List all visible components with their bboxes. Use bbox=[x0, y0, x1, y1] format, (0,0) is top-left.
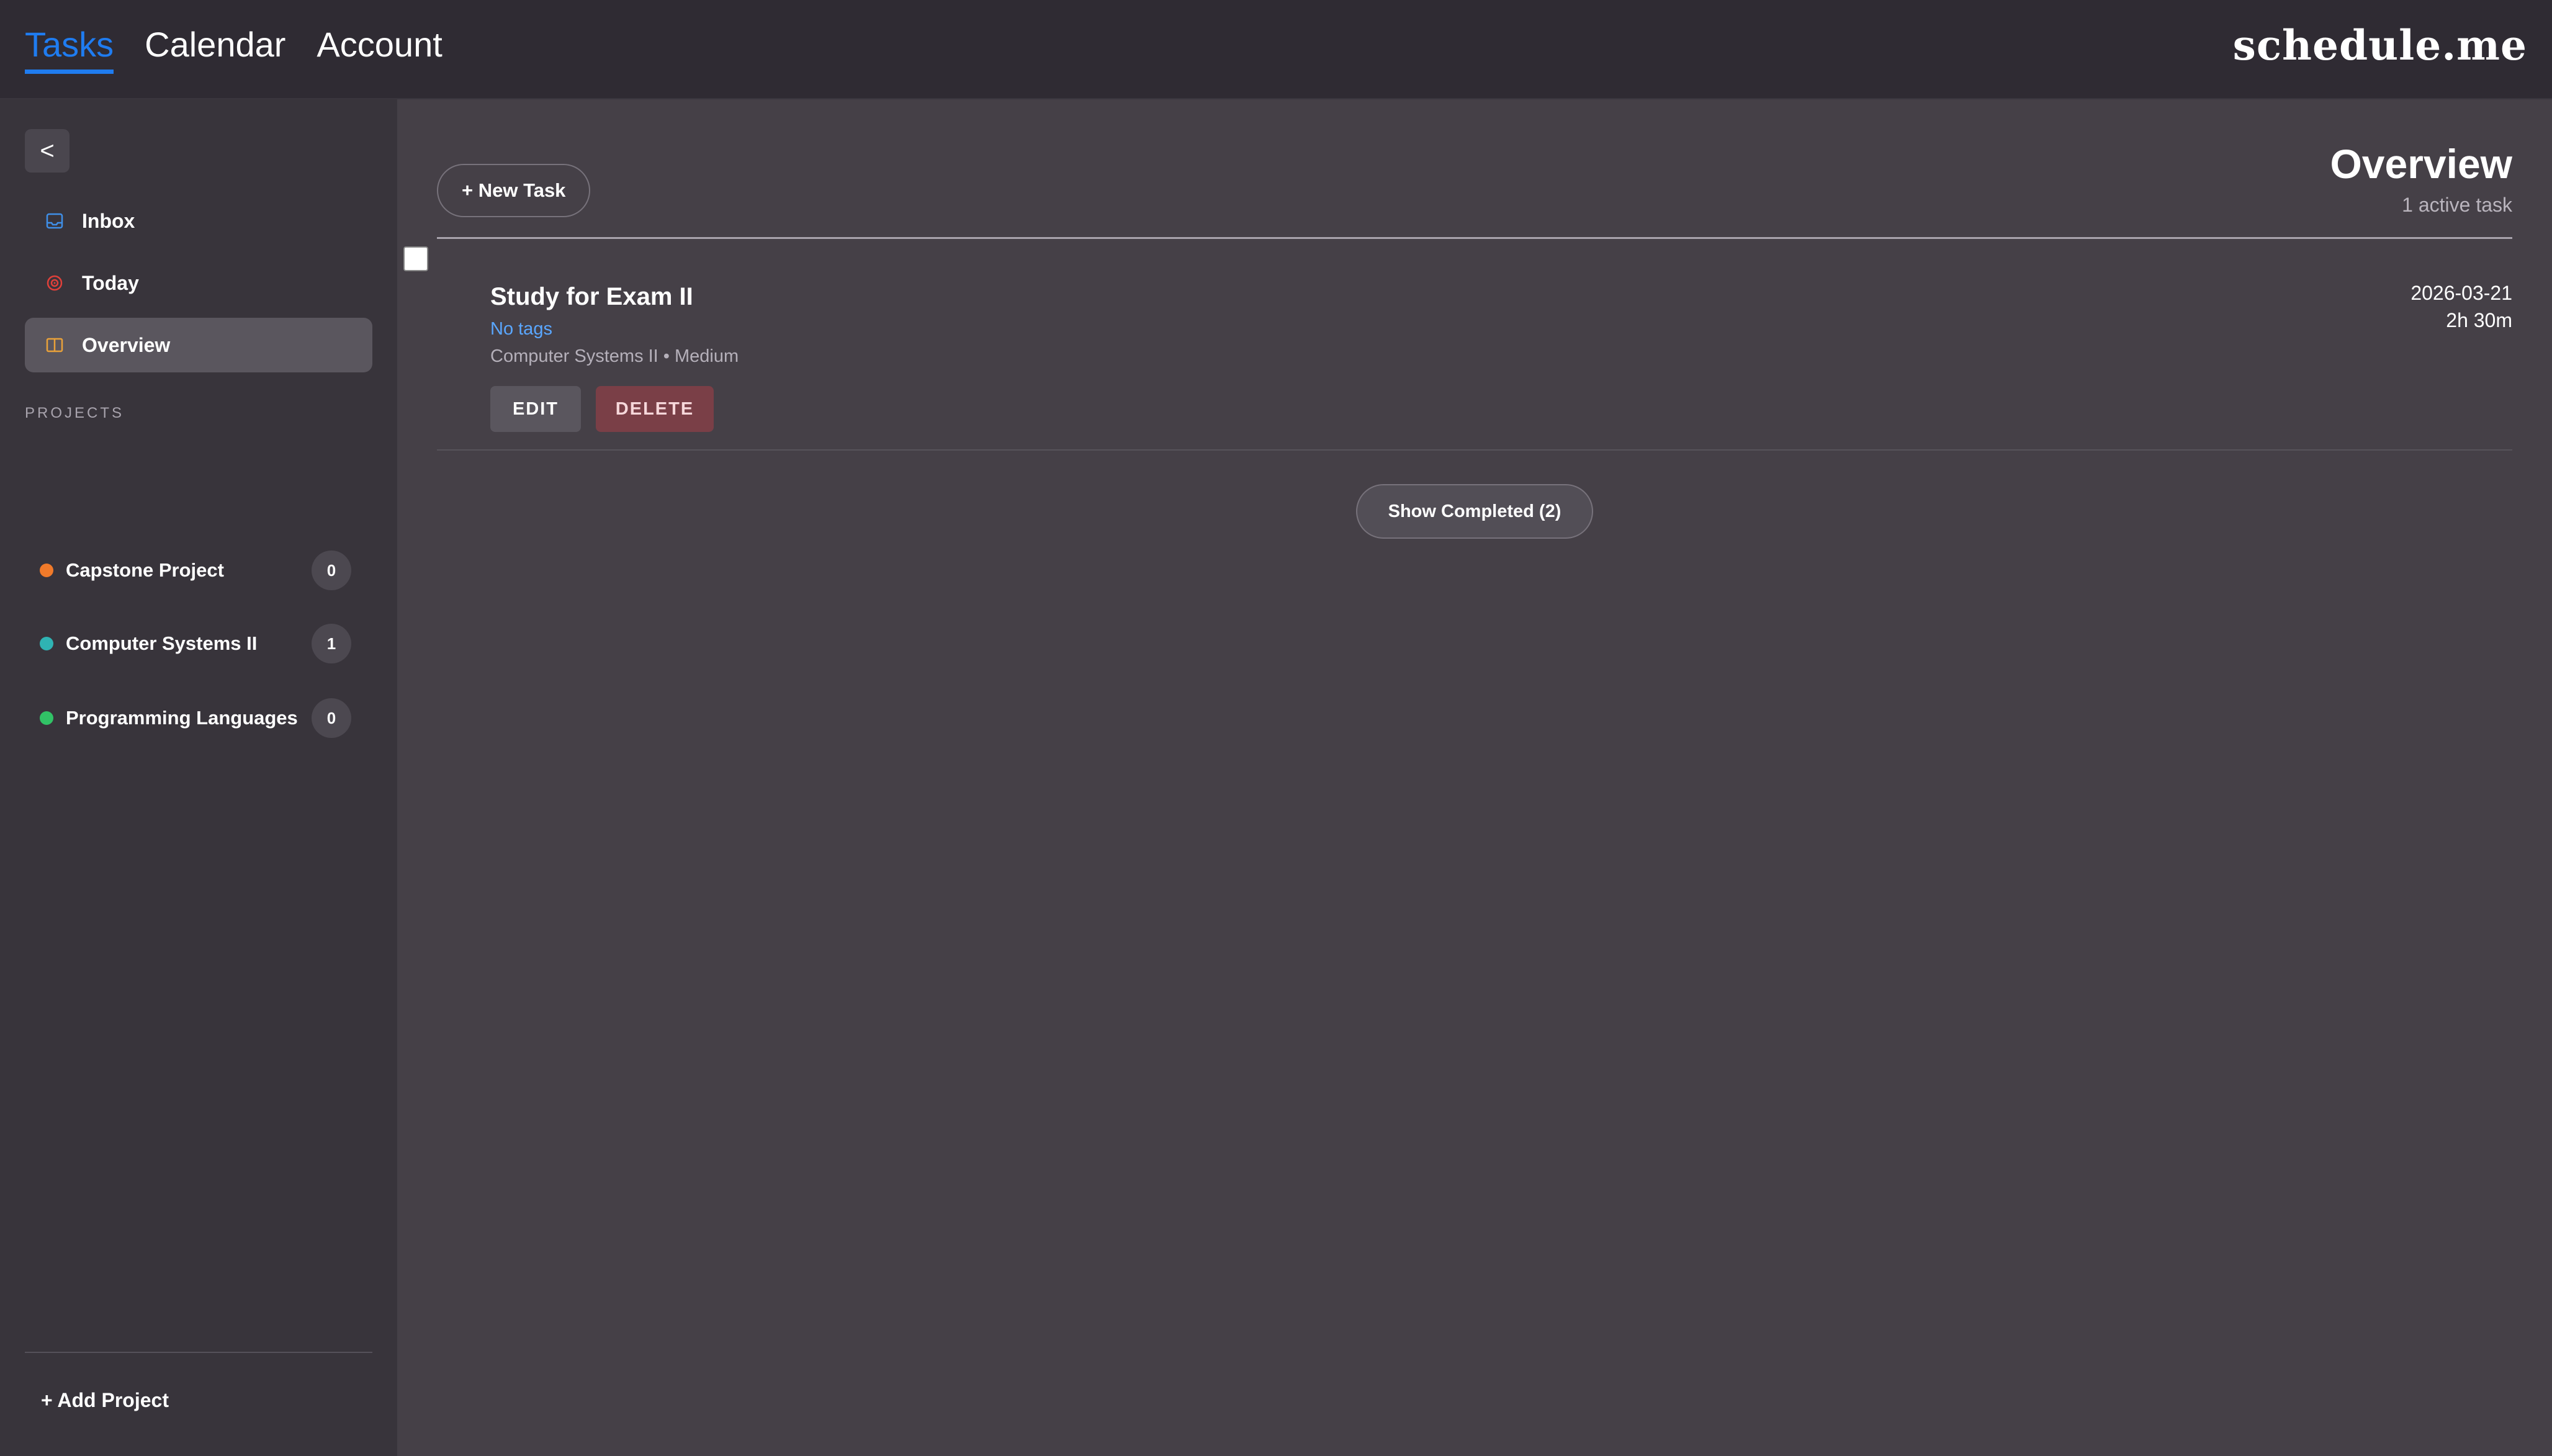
sidebar-project-programming-languages[interactable]: Programming Languages 0 bbox=[25, 690, 372, 746]
task-title: Study for Exam II bbox=[490, 283, 693, 310]
inbox-icon bbox=[42, 209, 67, 233]
book-icon bbox=[42, 333, 67, 357]
page-title: Overview bbox=[2330, 141, 2512, 187]
task-meta: Computer Systems II • Medium bbox=[490, 346, 739, 366]
sidebar-project-computer-systems[interactable]: Computer Systems II 1 bbox=[25, 616, 372, 672]
sidebar-item-label: Inbox bbox=[82, 209, 135, 232]
project-color-dot bbox=[40, 711, 53, 725]
main-nav: Tasks Calendar Account bbox=[25, 24, 443, 74]
task-duration: 2h 30m bbox=[2446, 309, 2512, 331]
task-complete-checkbox[interactable] bbox=[403, 246, 428, 271]
projects-heading: PROJECTS bbox=[25, 405, 125, 421]
project-name: Programming Languages bbox=[66, 707, 298, 729]
sidebar-divider bbox=[25, 1352, 372, 1353]
top-bar: Tasks Calendar Account schedule.me bbox=[0, 0, 2552, 99]
sidebar-project-capstone[interactable]: Capstone Project 0 bbox=[25, 542, 372, 598]
active-task-count: 1 active task bbox=[2402, 194, 2512, 216]
project-count-badge: 1 bbox=[312, 624, 351, 663]
add-project-button[interactable]: + Add Project bbox=[41, 1389, 169, 1412]
sidebar-item-inbox[interactable]: Inbox bbox=[25, 194, 372, 248]
tab-calendar[interactable]: Calendar bbox=[145, 24, 285, 74]
task-row-divider bbox=[437, 449, 2512, 451]
show-completed-button[interactable]: Show Completed (2) bbox=[1356, 484, 1593, 539]
main-content: + New Task Overview 1 active task Study … bbox=[397, 99, 2552, 1456]
target-icon bbox=[42, 271, 67, 295]
sidebar-item-label: Today bbox=[82, 271, 139, 294]
project-count-badge: 0 bbox=[312, 550, 351, 590]
header-divider bbox=[437, 237, 2512, 239]
project-color-dot bbox=[40, 637, 53, 650]
project-color-dot bbox=[40, 564, 53, 577]
project-name: Capstone Project bbox=[66, 559, 224, 581]
brand-logo: schedule.me bbox=[2232, 21, 2527, 70]
new-task-button[interactable]: + New Task bbox=[437, 164, 591, 217]
project-count-badge: 0 bbox=[312, 698, 351, 738]
project-name: Computer Systems II bbox=[66, 632, 258, 654]
collapse-sidebar-button[interactable]: < bbox=[25, 129, 70, 173]
task-tags-link[interactable]: No tags bbox=[490, 319, 552, 339]
sidebar-item-today[interactable]: Today bbox=[25, 256, 372, 310]
task-due-date: 2026-03-21 bbox=[2410, 282, 2512, 304]
sidebar-item-label: Overview bbox=[82, 333, 171, 356]
tab-tasks[interactable]: Tasks bbox=[25, 24, 114, 74]
tab-account[interactable]: Account bbox=[317, 24, 442, 74]
sidebar: < Inbox Today Overview PROJECTS Capstone… bbox=[0, 99, 397, 1456]
edit-task-button[interactable]: EDIT bbox=[490, 386, 581, 432]
delete-task-button[interactable]: DELETE bbox=[596, 386, 714, 432]
sidebar-item-overview[interactable]: Overview bbox=[25, 318, 372, 372]
